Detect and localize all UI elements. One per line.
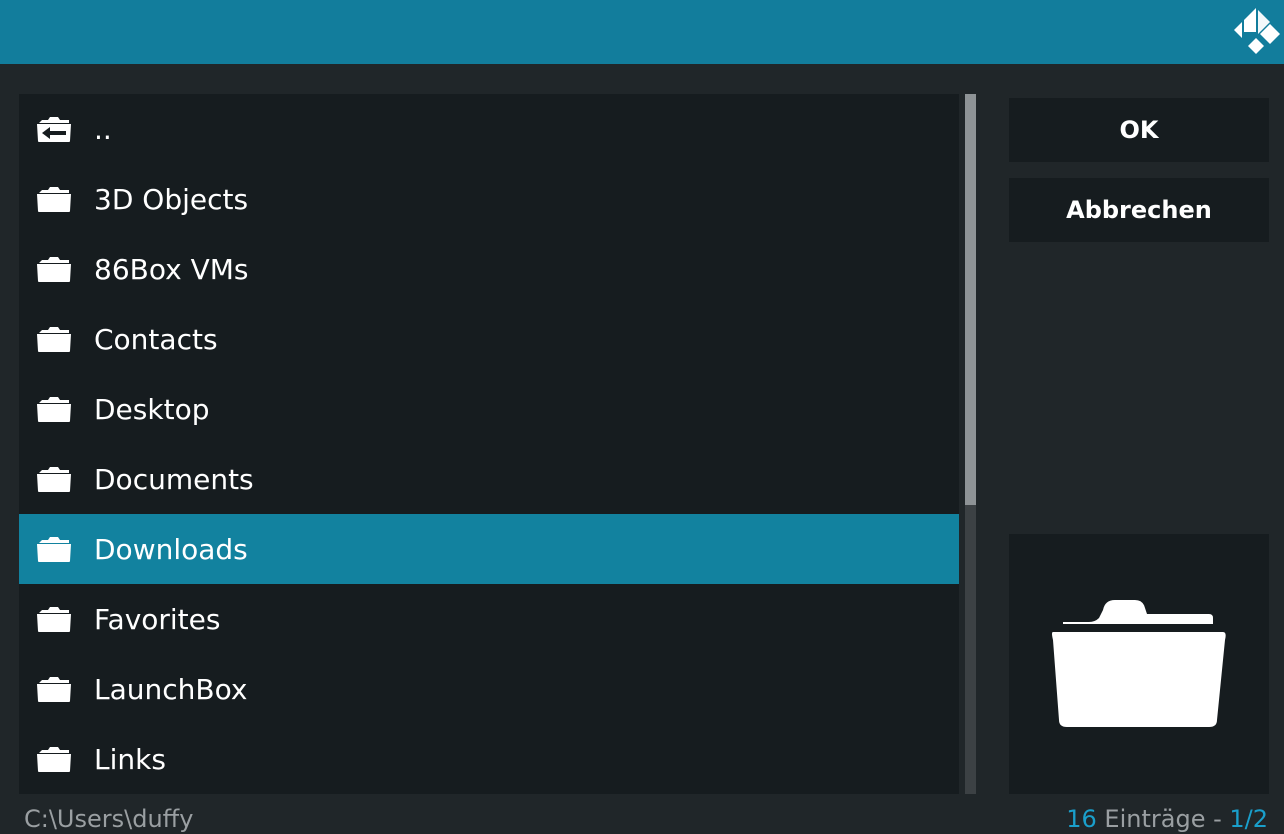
folder-icon: [36, 325, 72, 353]
item-count: 16: [1066, 805, 1097, 833]
ok-button[interactable]: OK: [1009, 98, 1269, 162]
list-item-label: Documents: [94, 462, 254, 496]
preview-panel: [1009, 534, 1269, 794]
folder-icon: [36, 255, 72, 283]
page-indicator: 1/2: [1229, 805, 1268, 833]
list-item[interactable]: 3D Objects: [19, 164, 959, 234]
list-item-label: 3D Objects: [94, 182, 249, 216]
file-list: .. 3D Objects 86Box VMs Contacts Desktop Docu…: [19, 94, 959, 794]
list-item-label: Links: [94, 742, 166, 776]
folder-icon: [36, 675, 72, 703]
list-item[interactable]: Contacts: [19, 304, 959, 374]
folder-icon: [36, 535, 72, 563]
list-item[interactable]: ..: [19, 94, 959, 164]
list-item-label: Desktop: [94, 392, 210, 426]
kodi-logo-icon: [1234, 8, 1280, 54]
list-item-label: ..: [94, 112, 112, 146]
cancel-button[interactable]: Abbrechen: [1009, 178, 1269, 242]
list-item-label: LaunchBox: [94, 672, 248, 706]
folder-back-icon: [36, 115, 72, 143]
list-item[interactable]: Favorites: [19, 584, 959, 654]
list-item-label: 86Box VMs: [94, 252, 249, 286]
list-item-label: Contacts: [94, 322, 218, 356]
list-item[interactable]: Downloads: [19, 514, 959, 584]
list-item[interactable]: Documents: [19, 444, 959, 514]
folder-icon: [36, 395, 72, 423]
scrollbar-thumb[interactable]: [965, 94, 976, 505]
list-item-label: Favorites: [94, 602, 221, 636]
scrollbar[interactable]: [965, 94, 976, 794]
item-count-status: 16 Einträge - 1/2: [1066, 805, 1268, 833]
folder-icon: [36, 605, 72, 633]
folder-icon: [36, 185, 72, 213]
list-item[interactable]: LaunchBox: [19, 654, 959, 724]
item-count-suffix: Einträge -: [1096, 805, 1230, 833]
list-item[interactable]: 86Box VMs: [19, 234, 959, 304]
folder-large-icon: [1052, 600, 1226, 727]
current-path: C:\Users\duffy: [24, 805, 194, 833]
folder-icon: [36, 745, 72, 773]
list-item[interactable]: Desktop: [19, 374, 959, 444]
list-item-label: Downloads: [94, 532, 248, 566]
folder-icon: [36, 465, 72, 493]
header-bar: [0, 0, 1284, 64]
list-item[interactable]: Links: [19, 724, 959, 794]
